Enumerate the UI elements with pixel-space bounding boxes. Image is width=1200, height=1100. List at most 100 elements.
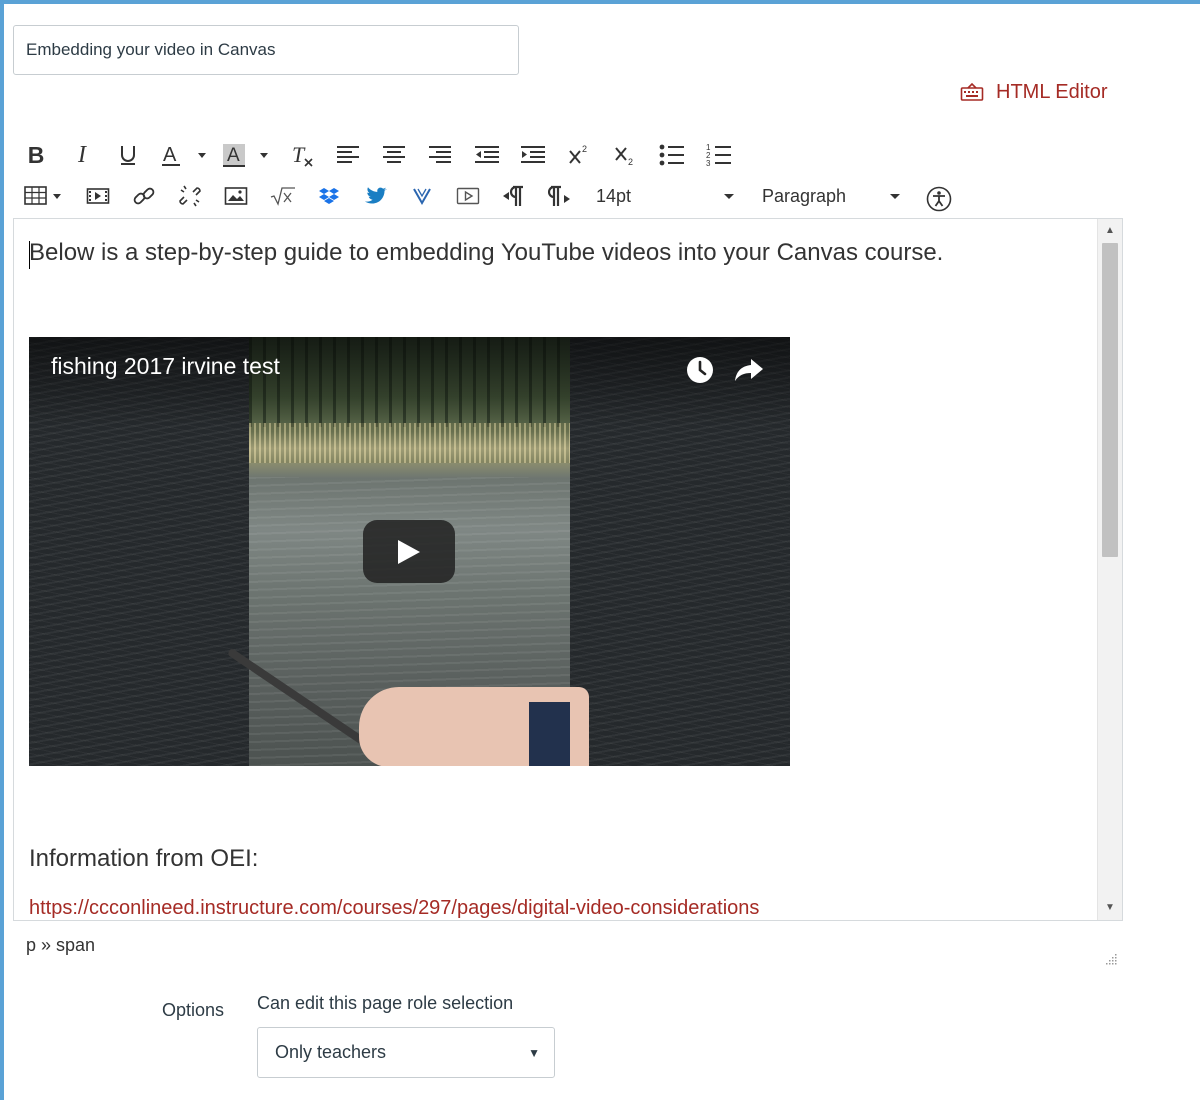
align-center-button[interactable]: [382, 139, 406, 171]
resize-handle-icon[interactable]: [1104, 952, 1118, 971]
insert-link-button[interactable]: [132, 180, 156, 212]
chevron-down-icon: [890, 194, 900, 199]
font-size-value: 14pt: [596, 185, 632, 206]
align-right-icon: [429, 146, 451, 163]
play-icon: [398, 539, 420, 564]
clear-formatting-button[interactable]: T: [290, 139, 316, 171]
svg-text:A: A: [163, 144, 177, 166]
edit-role-select[interactable]: Only teachers ▼: [257, 1027, 555, 1078]
embed-media-button[interactable]: [456, 180, 480, 212]
table-icon: [24, 186, 61, 205]
bold-button[interactable]: B: [24, 139, 48, 171]
chevron-down-icon: ▼: [528, 1045, 540, 1060]
oei-link[interactable]: https://ccconlineed.instructure.com/cour…: [29, 897, 759, 920]
superscript-icon: 2: [569, 144, 587, 164]
html-editor-toggle[interactable]: HTML Editor: [960, 78, 1108, 106]
window-frame-left: [0, 0, 4, 1100]
svg-text:2: 2: [582, 144, 587, 154]
align-center-icon: [383, 146, 405, 163]
editor-scrollbar[interactable]: ▲ ▼: [1097, 219, 1122, 920]
svg-text:2: 2: [628, 157, 633, 167]
underline-icon: [121, 146, 135, 165]
chevron-down-icon: [724, 194, 734, 199]
video-title[interactable]: fishing 2017 irvine test: [51, 353, 280, 380]
ltr-paragraph-icon: [503, 185, 523, 206]
italic-button[interactable]: I: [70, 139, 94, 171]
table-button[interactable]: [24, 180, 64, 212]
twitter-button[interactable]: [364, 180, 388, 212]
subscript-button[interactable]: 2: [613, 139, 637, 171]
element-path[interactable]: p » span: [26, 935, 95, 956]
keyboard-icon: [960, 82, 984, 102]
outdent-icon: [475, 146, 499, 163]
video-play-button[interactable]: [363, 520, 455, 583]
play-box-icon: [456, 187, 480, 205]
background-color-icon: A: [223, 144, 268, 167]
font-size-select[interactable]: 14pt: [596, 180, 736, 212]
rich-content-editor[interactable]: Below is a step-by-step guide to embeddi…: [13, 218, 1123, 921]
edit-role-value: Only teachers: [275, 1042, 387, 1062]
text-color-button[interactable]: A: [160, 139, 210, 171]
role-selection-label: Can edit this page role selection: [257, 993, 514, 1013]
watch-later-button[interactable]: [685, 355, 715, 390]
insert-image-button[interactable]: [224, 180, 248, 212]
math-equation-button[interactable]: [270, 180, 296, 212]
numbered-list-icon: 123: [706, 143, 731, 167]
scrollbar-thumb[interactable]: [1102, 243, 1118, 557]
scroll-up-icon[interactable]: ▲: [1098, 221, 1122, 239]
twitter-icon: [365, 187, 387, 204]
options-label: Options: [162, 1000, 225, 1020]
video-reeds: [249, 423, 570, 463]
clock-icon: [687, 357, 713, 383]
rtl-direction-button[interactable]: [548, 180, 574, 212]
indent-icon: [521, 146, 545, 163]
unlink-icon: [179, 185, 201, 207]
accessibility-icon: [926, 186, 952, 212]
underline-button[interactable]: [116, 139, 140, 171]
window-frame-top: [0, 0, 1200, 4]
numbered-list-button[interactable]: 123: [706, 139, 732, 171]
dropbox-icon: [319, 188, 339, 204]
accessibility-checker-button[interactable]: [926, 183, 952, 215]
info-heading: Information from OEI:: [29, 845, 259, 872]
media-button[interactable]: [86, 180, 110, 212]
link-icon: [133, 187, 155, 205]
square-root-icon: [270, 187, 295, 206]
vimeo-icon: [413, 188, 431, 206]
subscript-icon: 2: [615, 147, 633, 167]
html-editor-label: HTML Editor: [996, 80, 1108, 103]
intro-paragraph: Below is a step-by-step guide to embeddi…: [29, 239, 944, 266]
video-sleeve: [529, 702, 570, 766]
block-format-value: Paragraph: [762, 185, 847, 206]
vimeo-button[interactable]: [410, 180, 434, 212]
bold-icon: B: [27, 141, 45, 168]
superscript-button[interactable]: 2: [567, 139, 591, 171]
indent-button[interactable]: [520, 139, 546, 171]
outdent-button[interactable]: [474, 139, 500, 171]
video-top-shade: [29, 337, 790, 427]
svg-text:A: A: [227, 145, 240, 166]
align-left-icon: [337, 146, 359, 163]
film-icon: [86, 188, 110, 204]
dropbox-button[interactable]: [317, 180, 341, 212]
align-left-button[interactable]: [336, 139, 360, 171]
text-color-icon: A: [162, 144, 206, 166]
remove-link-button[interactable]: [178, 180, 202, 212]
page-title-input[interactable]: [13, 25, 519, 75]
align-right-button[interactable]: [428, 139, 452, 171]
italic-icon: I: [78, 141, 86, 168]
share-button[interactable]: [734, 357, 764, 388]
image-icon: [224, 187, 248, 205]
bullet-list-button[interactable]: [659, 139, 685, 171]
share-arrow-icon: [735, 359, 763, 381]
embedded-youtube-video[interactable]: fishing 2017 irvine test: [29, 337, 790, 766]
ltr-direction-button[interactable]: [502, 180, 526, 212]
svg-text:T: T: [292, 142, 306, 167]
scroll-down-icon[interactable]: ▼: [1098, 898, 1122, 916]
clear-formatting-icon: T: [292, 142, 313, 167]
svg-text:3: 3: [706, 159, 711, 167]
bullet-list-icon: [659, 144, 684, 166]
block-format-select[interactable]: Paragraph: [762, 180, 902, 212]
rtl-paragraph-icon: [548, 185, 570, 206]
background-color-button[interactable]: A: [222, 139, 274, 171]
